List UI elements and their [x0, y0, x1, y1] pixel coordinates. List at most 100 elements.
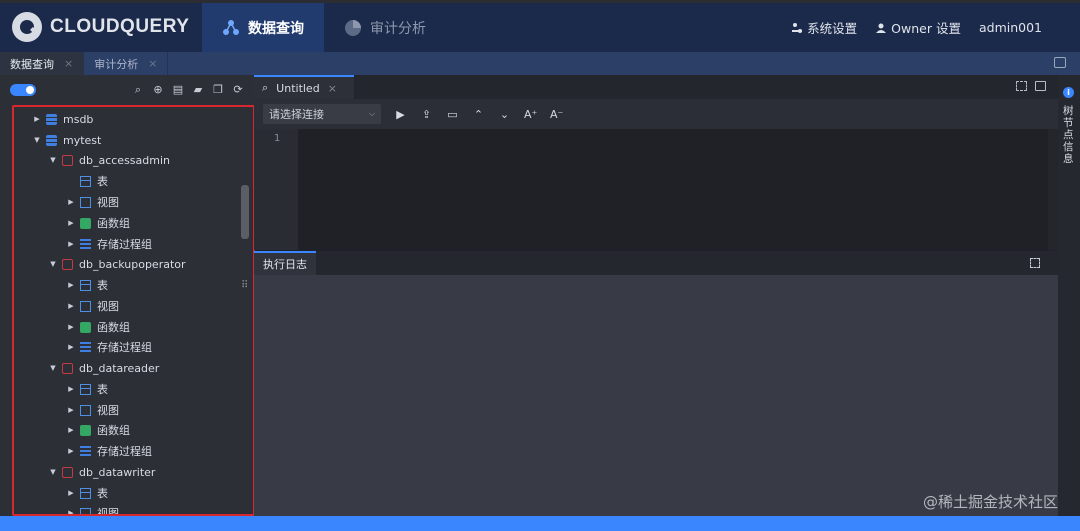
- tree-node-views[interactable]: ▶ 视图: [66, 192, 119, 212]
- expand-all-icon[interactable]: ⌄: [498, 108, 511, 121]
- nav-data-query[interactable]: 数据查询: [202, 3, 324, 52]
- caret-right-icon[interactable]: ▶: [66, 281, 76, 289]
- tree-node-schema[interactable]: ▼ db_datareader: [48, 358, 159, 378]
- sql-editor[interactable]: 1: [254, 129, 1058, 250]
- tree-node-views[interactable]: ▶ 视图: [66, 503, 119, 514]
- nav-data-query-label: 数据查询: [248, 20, 304, 37]
- close-icon[interactable]: ×: [328, 82, 337, 95]
- tree-node-schema[interactable]: ▼ db_datawriter: [48, 462, 155, 482]
- caret-right-icon[interactable]: ▶: [66, 323, 76, 331]
- status-bar: [0, 516, 1080, 531]
- user-menu[interactable]: admin001: [979, 20, 1042, 35]
- database-icon: [46, 113, 57, 125]
- font-decrease-icon[interactable]: A⁻: [550, 108, 563, 121]
- upload-icon[interactable]: ⇪: [420, 108, 433, 121]
- tree-node-tables[interactable]: ▶ 表: [66, 483, 108, 503]
- nav-audit-analysis-label: 审计分析: [370, 20, 426, 37]
- main-nav: 数据查询 审计分析: [202, 3, 446, 52]
- data-query-icon: [223, 19, 239, 35]
- copy-icon[interactable]: ❐: [212, 84, 224, 96]
- caret-right-icon[interactable]: ▶: [66, 343, 76, 351]
- tree-node-tables[interactable]: ▶ 表: [66, 379, 108, 399]
- page-tab-audit[interactable]: 审计分析 ×: [84, 52, 169, 75]
- info-icon[interactable]: i: [1063, 87, 1074, 98]
- tree-node-functions[interactable]: ▶ 函数组: [66, 420, 130, 440]
- system-settings-link[interactable]: 系统设置: [791, 18, 857, 37]
- tree-node-tables[interactable]: ▶ 表: [66, 275, 108, 295]
- caret-right-icon[interactable]: ▶: [66, 240, 76, 248]
- caret-right-icon[interactable]: ▶: [66, 426, 76, 434]
- caret-down-icon[interactable]: ▼: [48, 364, 58, 372]
- tree-node-procedures[interactable]: ▶ 存储过程组: [66, 337, 152, 357]
- view-toggle[interactable]: [10, 84, 36, 96]
- tree-node-procedures[interactable]: ▶ 存储过程组: [66, 441, 152, 461]
- editor-tab-bar: ⌕ Untitled ×: [254, 75, 1058, 99]
- caret-right-icon[interactable]: ▶: [66, 385, 76, 393]
- tree-scrollbar[interactable]: [241, 185, 249, 239]
- window-icon[interactable]: [1035, 81, 1046, 91]
- caret-right-icon[interactable]: ▶: [66, 447, 76, 455]
- procedure-icon: [80, 341, 91, 353]
- folder-icon[interactable]: ▰: [192, 84, 204, 96]
- system-settings-label: 系统设置: [807, 21, 858, 36]
- tree-node-msdb[interactable]: ▶ msdb: [32, 109, 93, 129]
- function-icon: [80, 321, 91, 333]
- view-icon: [80, 300, 91, 312]
- tree-node-mytest[interactable]: ▼ mytest: [32, 130, 101, 150]
- font-increase-icon[interactable]: A⁺: [524, 108, 537, 121]
- run-icon[interactable]: ▶: [394, 108, 407, 121]
- caret-right-icon[interactable]: ▶: [66, 489, 76, 497]
- tree-node-procedures[interactable]: ▶ 存储过程组: [66, 234, 152, 254]
- caret-right-icon[interactable]: ▶: [66, 302, 76, 310]
- caret-right-icon[interactable]: ▶: [66, 198, 76, 206]
- tree-node-tables[interactable]: 表: [66, 171, 108, 191]
- refresh-icon[interactable]: ⟳: [232, 84, 244, 96]
- nav-audit-analysis[interactable]: 审计分析: [324, 3, 446, 52]
- add-connection-icon[interactable]: ⊕: [152, 84, 164, 96]
- database-tree: ▶ msdb ▼ mytest ▼ db_accessadmin 表 ▶ 视图 ▶ 函数组…: [12, 105, 255, 516]
- new-query-icon[interactable]: ▤: [172, 84, 184, 96]
- tree-node-views[interactable]: ▶ 视图: [66, 400, 119, 420]
- app-logo[interactable]: CLOUDQUERY: [12, 12, 189, 42]
- page-tab-label: 数据查询: [10, 57, 54, 71]
- caret-down-icon[interactable]: ▼: [48, 468, 58, 476]
- view-icon: [80, 404, 91, 416]
- editor-tab-untitled[interactable]: ⌕ Untitled ×: [254, 75, 354, 99]
- connection-select[interactable]: 请选择连接 ⌵: [263, 104, 381, 124]
- log-tab[interactable]: 执行日志: [254, 251, 316, 275]
- tree-node-functions[interactable]: ▶ 函数组: [66, 213, 130, 233]
- format-brush-icon[interactable]: ▭: [446, 108, 459, 121]
- view-icon: [80, 507, 91, 514]
- window-icon[interactable]: [1054, 57, 1066, 68]
- caret-down-icon[interactable]: ▼: [48, 260, 58, 268]
- caret-down-icon[interactable]: ▼: [32, 136, 42, 144]
- editor-tab-label: Untitled: [276, 81, 320, 95]
- log-tab-label: 执行日志: [263, 258, 307, 271]
- right-rail: i 树节点信息: [1058, 75, 1080, 516]
- close-icon[interactable]: ×: [64, 57, 73, 70]
- close-icon[interactable]: ×: [148, 57, 157, 70]
- page-tab-data-query[interactable]: 数据查询 ×: [0, 52, 85, 75]
- code-area[interactable]: [298, 129, 1048, 250]
- fullscreen-icon[interactable]: [1016, 81, 1027, 91]
- owner-settings-link[interactable]: Owner 设置: [875, 18, 961, 37]
- collapse-all-icon[interactable]: ⌃: [472, 108, 485, 121]
- tree-toolbar: ⌕ ⊕ ▤ ▰ ❐ ⟳: [0, 75, 254, 105]
- caret-right-icon[interactable]: ▶: [32, 115, 42, 123]
- log-body: [254, 275, 1058, 516]
- search-icon[interactable]: ⌕: [132, 84, 144, 96]
- line-number: 1: [274, 133, 281, 144]
- table-icon: [80, 175, 91, 187]
- caret-right-icon[interactable]: ▶: [66, 406, 76, 414]
- caret-right-icon[interactable]: ▶: [66, 219, 76, 227]
- tree-node-schema[interactable]: ▼ db_backupoperator: [48, 254, 185, 274]
- fullscreen-icon[interactable]: [1030, 258, 1040, 268]
- tree-node-views[interactable]: ▶ 视图: [66, 296, 119, 316]
- panel-resize-handle[interactable]: ⠿: [241, 280, 248, 291]
- table-icon: [80, 383, 91, 395]
- tree-node-functions[interactable]: ▶ 函数组: [66, 317, 130, 337]
- tree-node-info-label[interactable]: 树节点信息: [1063, 105, 1075, 165]
- tree-node-schema[interactable]: ▼ db_accessadmin: [48, 150, 170, 170]
- caret-down-icon[interactable]: ▼: [48, 156, 58, 164]
- caret-right-icon[interactable]: ▶: [66, 509, 76, 514]
